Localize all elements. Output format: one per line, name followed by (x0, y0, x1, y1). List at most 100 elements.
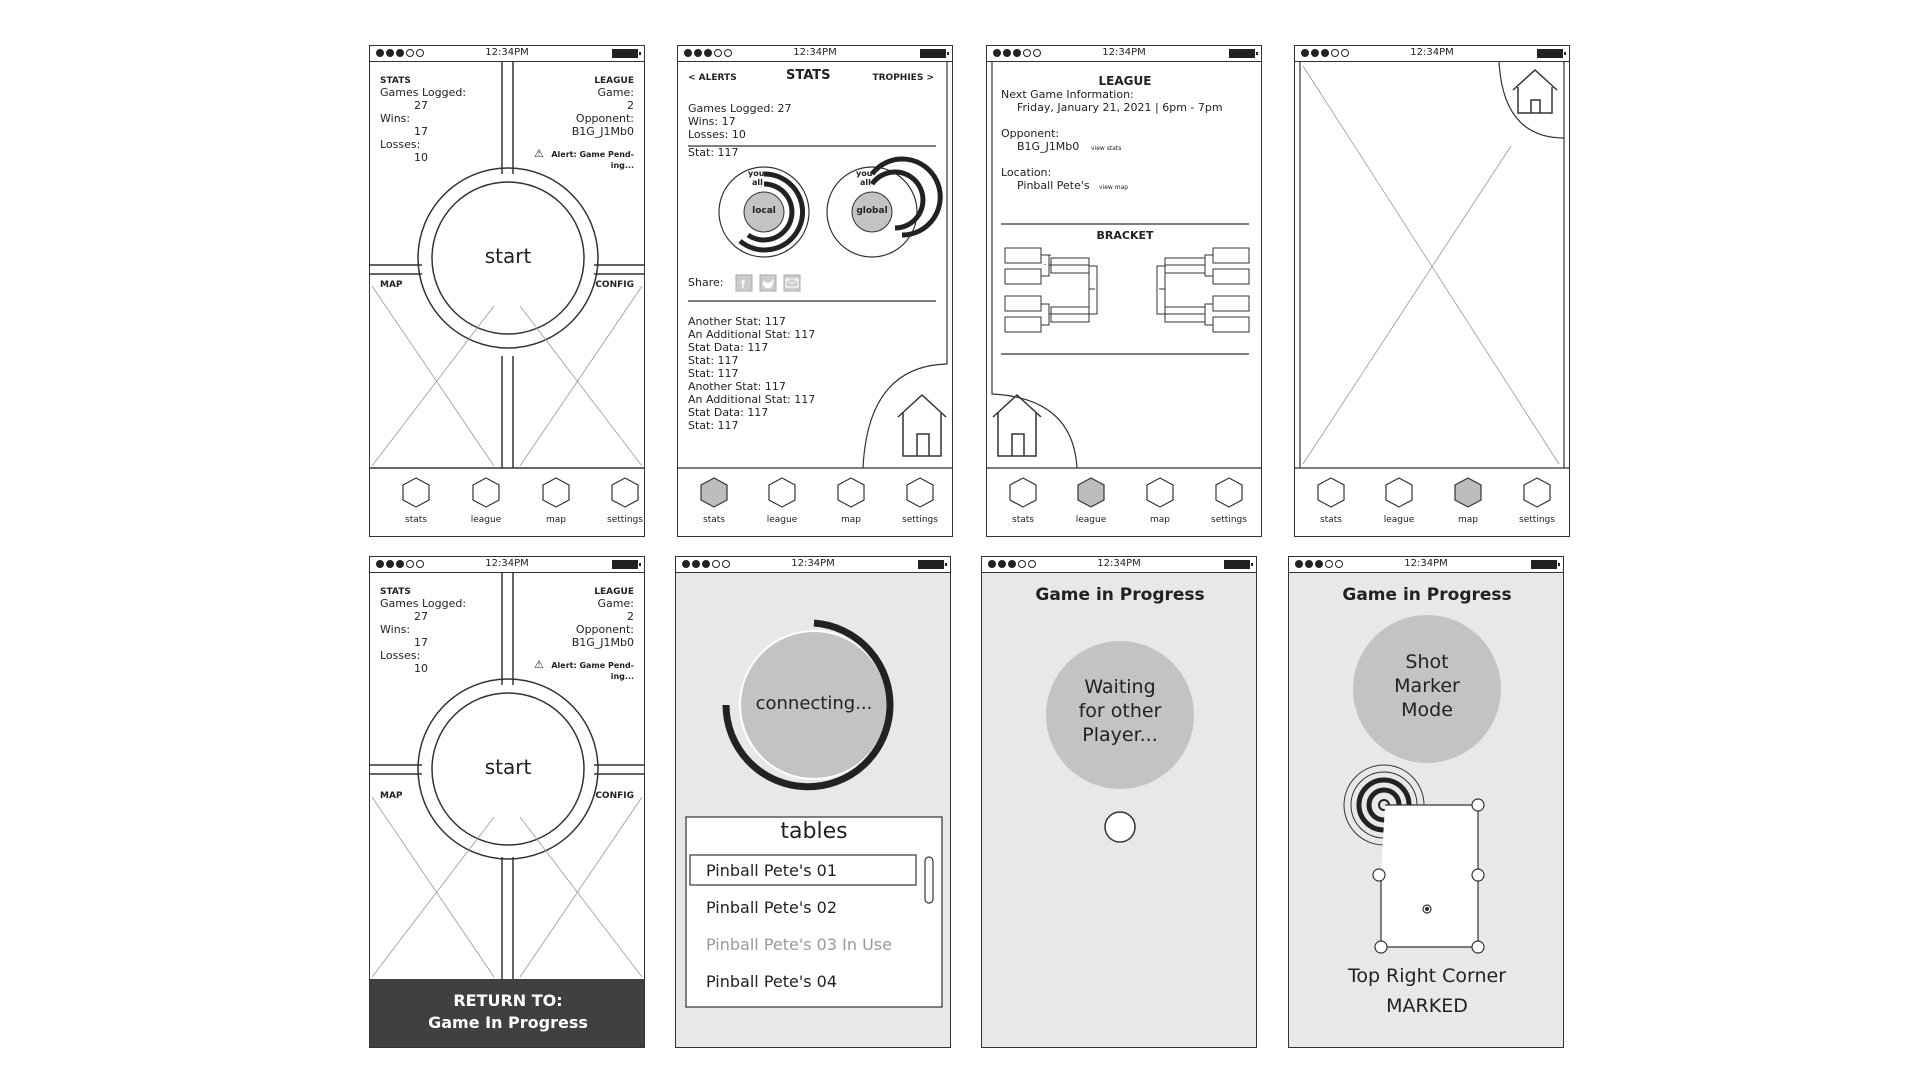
nav-settings[interactable]: settings (600, 515, 644, 525)
alert-line-2[interactable]: ing... (611, 672, 634, 682)
status-bar: 12:34PM (676, 557, 950, 573)
status-bar: 12:34PM (370, 46, 644, 62)
map-label[interactable]: MAP (380, 790, 403, 803)
connecting-label: connecting... (755, 693, 873, 714)
start-button[interactable]: start (448, 755, 568, 779)
alert-line-1[interactable]: Alert: Game Pend- (551, 150, 634, 160)
opponent-value: B1G_J1Mb0 (571, 125, 634, 138)
stat-list-item: Stat: 117 (688, 367, 739, 380)
table-item[interactable]: Pinball Pete's 01 (706, 862, 837, 880)
share-label: Share: (688, 276, 724, 289)
clock: 12:34PM (1410, 47, 1454, 58)
bottom-nav-icons (700, 477, 934, 508)
alerts-link[interactable]: < ALERTS (688, 72, 737, 85)
hexagon-icon (1385, 477, 1413, 508)
clock: 12:34PM (485, 558, 529, 569)
mode-label[interactable]: Shot Marker Mode (1357, 650, 1497, 722)
map-placeholder (1302, 65, 1560, 465)
config-label[interactable]: CONFIG (595, 790, 634, 803)
nav-settings[interactable]: settings (1204, 515, 1254, 525)
hexagon-icon (402, 477, 430, 508)
stat-list-item: Stat Data: 117 (688, 406, 769, 419)
alert-line-1[interactable]: Alert: Game Pend- (551, 661, 634, 671)
local-you-label: you (748, 169, 765, 178)
hexagon-icon (1454, 477, 1482, 508)
hexagon-icon (700, 477, 728, 508)
alert-line-2[interactable]: ing... (611, 161, 634, 171)
status-bar: 12:34PM (1289, 557, 1563, 573)
opponent-label: Opponent: (575, 623, 634, 636)
hexagon-icon (472, 477, 500, 508)
opponent-value: B1G_J1Mb0 (1017, 140, 1080, 153)
next-game-label: Next Game Information: (1001, 88, 1134, 101)
view-stats-link[interactable]: view stats (1091, 145, 1121, 152)
home-button[interactable] (898, 391, 948, 458)
nav-stats[interactable]: stats (998, 515, 1048, 525)
config-label[interactable]: CONFIG (595, 279, 634, 292)
status-bar: 12:34PM (987, 46, 1261, 62)
nav-league[interactable]: league (1066, 515, 1116, 525)
facebook-share-button[interactable] (736, 275, 752, 291)
stat-list-item: An Additional Stat: 117 (688, 328, 816, 341)
local-ring-button[interactable]: local (744, 206, 784, 216)
indicator-circle (1104, 811, 1136, 843)
corner-line-1: Top Right Corner (1347, 965, 1507, 987)
nav-map[interactable]: map (1135, 515, 1185, 525)
clock: 12:34PM (485, 47, 529, 58)
twitter-share-button[interactable] (760, 275, 776, 291)
bottom-nav-icons (402, 477, 639, 508)
status-bar: 12:34PM (678, 46, 952, 62)
trophies-link[interactable]: TROPHIES > (872, 72, 934, 85)
games-logged-value: 27 (414, 99, 428, 112)
nav-map[interactable]: map (826, 515, 876, 525)
warning-icon: ⚠ (534, 658, 544, 671)
nav-stats[interactable]: stats (391, 515, 441, 525)
home-button[interactable] (1510, 66, 1562, 118)
nav-settings[interactable]: settings (1512, 515, 1562, 525)
screen-title: Game in Progress (1342, 585, 1512, 605)
phone-connecting: 12:34PM connecting... tables Pinball Pet… (675, 556, 951, 1048)
map-label[interactable]: MAP (380, 279, 403, 292)
battery-icon (612, 49, 641, 58)
wins-label: Wins: (380, 623, 411, 636)
screen-title: Game in Progress (1035, 585, 1205, 605)
nav-map[interactable]: map (531, 515, 581, 525)
view-map-link[interactable]: view map (1099, 184, 1128, 191)
opponent-value: B1G_J1Mb0 (571, 636, 634, 649)
game-value: 2 (627, 99, 634, 112)
wins: Wins: 17 (688, 115, 736, 128)
stats-title: STATS (786, 68, 831, 83)
league-title: LEAGUE (1098, 74, 1152, 88)
opponent-label: Opponent: (1001, 127, 1060, 140)
nav-league[interactable]: league (461, 515, 511, 525)
nav-stats[interactable]: stats (1306, 515, 1356, 525)
nav-league[interactable]: league (1374, 515, 1424, 525)
table-item[interactable]: Pinball Pete's 04 (706, 973, 837, 991)
table-item-disabled: Pinball Pete's 03 In Use (706, 935, 892, 954)
mode-line-1: Shot (1405, 651, 1449, 673)
corner-status: Top Right Corner MARKED (1289, 961, 1563, 1021)
stat-line: Stat: 117 (688, 146, 739, 159)
nav-league[interactable]: league (757, 515, 807, 525)
table-item[interactable]: Pinball Pete's 02 (706, 899, 837, 917)
phone-shot-marker: 12:34PM Game in Progress Shot Marker Mod… (1288, 556, 1564, 1048)
map-layout-lines (1295, 60, 1569, 469)
hexagon-icon (1077, 477, 1105, 508)
nav-map[interactable]: map (1443, 515, 1493, 525)
start-button[interactable]: start (448, 244, 568, 268)
battery-icon (1531, 560, 1560, 569)
mail-share-button[interactable] (784, 275, 800, 291)
home-button[interactable] (993, 391, 1043, 458)
nav-settings[interactable]: settings (895, 515, 945, 525)
battery-icon (918, 560, 947, 569)
shot-target-button[interactable] (1344, 765, 1424, 845)
losses-label: Losses: (380, 138, 421, 151)
bracket-mid-boxes (1050, 257, 1206, 323)
bracket-title: BRACKET (1096, 229, 1154, 242)
clock: 12:34PM (1102, 47, 1146, 58)
global-ring-button[interactable]: global (852, 206, 892, 216)
nav-stats[interactable]: stats (689, 515, 739, 525)
next-game-value: Friday, January 21, 2021 | 6pm - 7pm (1017, 101, 1223, 114)
return-to-game-banner[interactable]: RETURN TO: Game In Progress (370, 979, 644, 1047)
waiting-graphics (1046, 641, 1194, 843)
